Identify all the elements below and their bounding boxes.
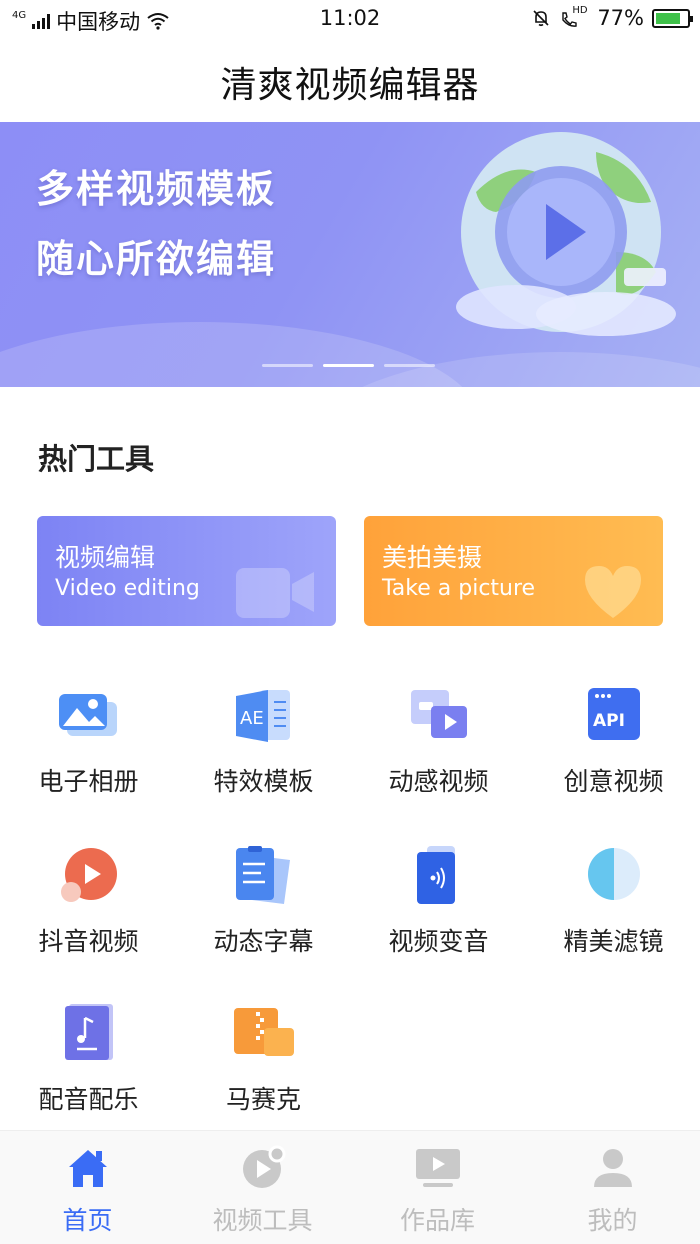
hd-label: HD [572,5,588,16]
tool-label: 配音配乐 [38,1085,139,1114]
section-title-hot-tools: 热门工具 [38,442,155,476]
tool-label: 精美滤镜 [563,927,664,956]
pagination-dot[interactable] [262,364,313,367]
tool-label: 视频变音 [388,927,489,956]
tool-dynamic-video[interactable]: 动感视频 [351,686,526,836]
tab-home[interactable]: 首页 [0,1131,175,1244]
tab-label: 首页 [62,1206,113,1235]
tab-works-library[interactable]: 作品库 [350,1131,525,1244]
card-title: 视频编辑 [55,543,156,572]
play-bubble-icon [61,848,117,902]
works-library-icon [416,1149,460,1187]
svg-text:AE: AE [240,708,264,729]
subtitle-doc-icon [236,846,290,904]
music-note-icon [65,1004,113,1060]
tab-profile[interactable]: 我的 [525,1131,700,1244]
globe-play-illustration [456,132,676,336]
tool-douyin-video[interactable]: 抖音视频 [1,846,176,996]
tool-label: 动态字幕 [213,927,314,956]
tool-dynamic-subtitle[interactable]: 动态字幕 [176,846,351,996]
ae-template-icon: AE [236,690,290,742]
video-camera-icon [236,568,314,618]
banner-pagination [262,364,435,367]
hd-call-icon: HD [559,5,589,28]
card-subtitle: Take a picture [382,576,536,601]
video-editing-card[interactable]: 视频编辑 Video editing [37,516,336,626]
banner-headline: 多样视频模板 [36,167,277,211]
svg-text:API: API [593,711,625,731]
voice-change-icon [417,846,455,904]
video-tools-icon [243,1145,286,1188]
tool-label: 电子相册 [38,767,139,796]
tool-photo-album[interactable]: 电子相册 [1,686,176,836]
dynamic-video-icon [411,690,467,738]
tab-video-tools[interactable]: 视频工具 [175,1131,350,1244]
tab-label: 作品库 [399,1206,475,1235]
banner-subheadline: 随心所欲编辑 [36,237,277,281]
tool-label: 马赛克 [225,1085,301,1114]
mosaic-icon [234,1008,294,1056]
pagination-dot[interactable] [384,364,435,367]
pagination-dot-active[interactable] [323,364,374,367]
mute-bell-icon [533,10,549,27]
tool-creative-video[interactable]: API 创意视频 [526,686,700,836]
tab-label: 视频工具 [212,1206,313,1235]
photo-album-icon [59,694,117,736]
tab-label: 我的 [587,1206,638,1235]
bottom-tab-bar: 首页 视频工具 作品库 我的 [0,1130,700,1244]
tool-label: 创意视频 [563,767,664,796]
api-icon: API [588,688,640,740]
tool-label: 抖音视频 [38,927,139,956]
tool-label: 特效模板 [213,767,314,796]
tool-filter[interactable]: 精美滤镜 [526,846,700,996]
take-picture-card[interactable]: 美拍美摄 Take a picture [364,516,663,626]
tool-effect-template[interactable]: AE 特效模板 [176,686,351,836]
promo-banner[interactable]: 多样视频模板 随心所欲编辑 [0,122,700,387]
home-icon [69,1150,107,1187]
card-subtitle: Video editing [55,576,200,601]
status-bar: 4G 中国移动 11:02 HD 77% [0,0,700,38]
heart-icon [585,566,641,618]
filter-icon [588,848,640,900]
card-title: 美拍美摄 [382,543,483,572]
profile-icon [594,1149,632,1187]
app-title: 清爽视频编辑器 [220,65,480,106]
tool-label: 动感视频 [388,767,489,796]
battery-percent: 77% [597,6,644,30]
battery-icon [652,8,693,28]
status-right: HD 77% [531,5,693,30]
tool-voice-change[interactable]: 视频变音 [351,846,526,996]
